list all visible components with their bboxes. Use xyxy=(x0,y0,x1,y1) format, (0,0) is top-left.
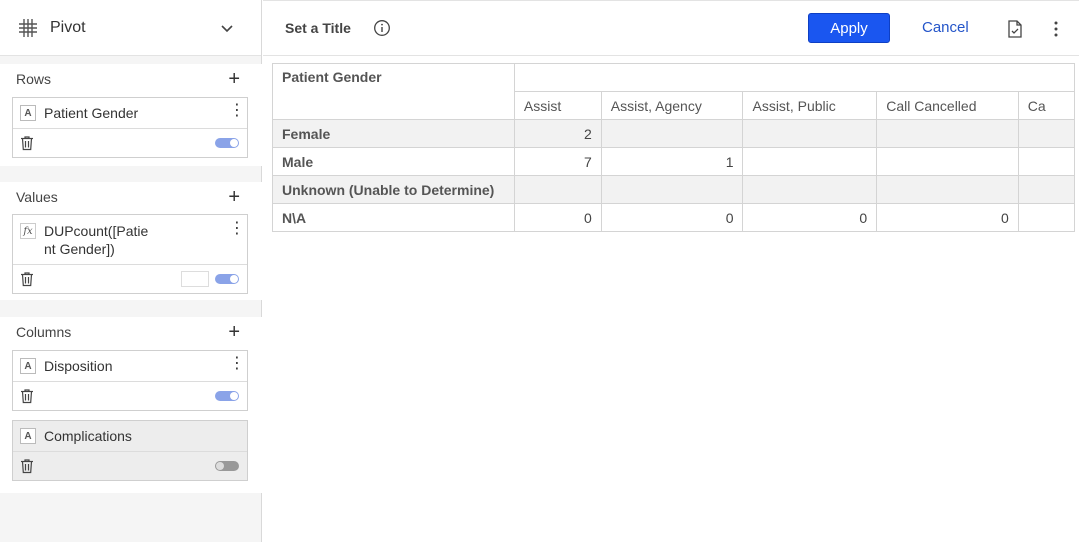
table-cell xyxy=(1017,147,1075,176)
table-cell: 2 xyxy=(513,119,602,148)
column-header: Assist xyxy=(513,91,602,120)
row-header: Female xyxy=(272,119,515,148)
chevron-down-icon[interactable] xyxy=(219,20,235,36)
widget-title[interactable]: Set a Title xyxy=(285,20,351,36)
rows-label: Rows xyxy=(16,71,52,87)
more-options-icon[interactable] xyxy=(1051,20,1061,38)
values-panel: Values + fx DUPcount([Patie nt Gender]) ⋮ xyxy=(0,182,262,300)
field-name: DUPcount([Patie nt Gender]) xyxy=(44,223,149,257)
row-field-patient-gender[interactable]: A Patient Gender ⋮ xyxy=(12,97,248,158)
widget-type-label: Pivot xyxy=(50,18,86,36)
toolbar: Set a Title Apply Cancel xyxy=(263,0,1079,56)
add-row-button[interactable]: + xyxy=(228,69,240,89)
trash-icon[interactable] xyxy=(19,135,35,151)
trash-icon[interactable] xyxy=(19,271,35,287)
columns-label: Columns xyxy=(16,324,72,340)
table-cell xyxy=(1017,119,1075,148)
table-cell: 1 xyxy=(600,147,744,176)
more-options-icon[interactable]: ⋮ xyxy=(229,356,245,372)
more-options-icon[interactable]: ⋮ xyxy=(229,103,245,119)
field-toggle[interactable] xyxy=(215,391,239,401)
row-header: Male xyxy=(272,147,515,176)
trash-icon[interactable] xyxy=(19,458,35,474)
column-field-complications[interactable]: A Complications xyxy=(12,420,248,481)
cancel-button[interactable]: Cancel xyxy=(922,19,969,36)
color-swatch[interactable] xyxy=(181,271,209,287)
field-toggle[interactable] xyxy=(215,461,239,471)
rows-panel: Rows + A Patient Gender ⋮ xyxy=(0,64,262,166)
table-cell xyxy=(742,175,878,204)
row-header: Unknown (Unable to Determine) xyxy=(272,175,515,204)
save-document-icon[interactable] xyxy=(1005,19,1025,39)
value-field-dupcount[interactable]: fx DUPcount([Patie nt Gender]) ⋮ xyxy=(12,214,248,294)
apply-button[interactable]: Apply xyxy=(808,13,890,43)
table-cell: 0 xyxy=(742,203,878,232)
more-options-icon[interactable]: ⋮ xyxy=(229,221,245,237)
table-cell: 0 xyxy=(513,203,602,232)
text-type-icon: A xyxy=(20,358,36,374)
field-name: Patient Gender xyxy=(44,105,139,121)
row-dimension-header: Patient Gender xyxy=(272,63,515,120)
column-field-disposition[interactable]: A Disposition ⋮ xyxy=(12,350,248,411)
field-name: Disposition xyxy=(44,358,113,374)
column-header: Assist, Agency xyxy=(600,91,744,120)
values-label: Values xyxy=(16,189,58,205)
field-toggle[interactable] xyxy=(215,138,239,148)
column-header: Call Cancelled xyxy=(876,91,1019,120)
table-cell: 0 xyxy=(600,203,744,232)
column-dimension-header xyxy=(513,63,1075,92)
info-icon[interactable] xyxy=(373,19,391,37)
column-header: Assist, Public xyxy=(742,91,878,120)
table-cell xyxy=(513,175,602,204)
row-header: N\A xyxy=(272,203,515,232)
columns-panel: Columns + A Disposition ⋮ A Complication… xyxy=(0,317,262,493)
trash-icon[interactable] xyxy=(19,388,35,404)
pivot-table-container: Patient Gender Assist Assist, Agency Ass… xyxy=(272,63,1075,233)
field-toggle[interactable] xyxy=(215,274,239,284)
text-type-icon: A xyxy=(20,428,36,444)
table-row: N\A 0 0 0 0 xyxy=(272,203,1075,232)
table-cell xyxy=(742,147,878,176)
pivot-table: Patient Gender Assist Assist, Agency Ass… xyxy=(272,63,1075,232)
table-cell xyxy=(876,147,1019,176)
pivot-sidebar: Pivot Rows + A Patient Gender ⋮ Values +… xyxy=(0,0,262,542)
table-row: Female 2 xyxy=(272,119,1075,148)
table-cell xyxy=(1017,203,1075,232)
text-type-icon: A xyxy=(20,105,36,121)
add-column-button[interactable]: + xyxy=(228,322,240,342)
pivot-grid-icon xyxy=(18,18,38,38)
column-header: Ca xyxy=(1017,91,1075,120)
table-cell xyxy=(1017,175,1075,204)
table-cell: 7 xyxy=(513,147,602,176)
table-row: Unknown (Unable to Determine) xyxy=(272,175,1075,204)
field-name: Complications xyxy=(44,428,132,444)
table-cell: 0 xyxy=(876,203,1019,232)
table-cell xyxy=(876,175,1019,204)
table-cell xyxy=(876,119,1019,148)
table-cell xyxy=(600,175,744,204)
pivot-preview: Set a Title Apply Cancel Patient Gender … xyxy=(263,0,1079,542)
table-cell xyxy=(600,119,744,148)
table-row: Male 7 1 xyxy=(272,147,1075,176)
widget-type-selector[interactable]: Pivot xyxy=(0,0,261,56)
formula-icon: fx xyxy=(20,223,36,239)
table-cell xyxy=(742,119,878,148)
add-value-button[interactable]: + xyxy=(228,187,240,207)
